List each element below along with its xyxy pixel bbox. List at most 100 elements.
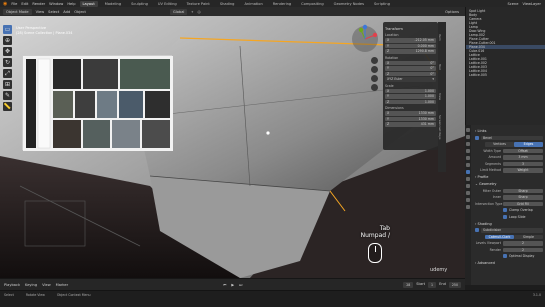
camera-view-icon[interactable]	[371, 75, 378, 82]
perspective-toggle-icon[interactable]	[371, 84, 378, 91]
select-menu[interactable]: Select	[48, 10, 59, 14]
proportional-edit-icon[interactable]: ◎	[197, 10, 200, 14]
playback-menu[interactable]: Playback	[4, 283, 20, 287]
sidebar-tab-view[interactable]: View	[438, 82, 442, 112]
workspace-tab-layout[interactable]: Layout	[79, 0, 98, 7]
tool-tab-icon[interactable]	[466, 128, 470, 132]
levels-viewport-field[interactable]: 2	[503, 241, 543, 246]
view-layer-selector[interactable]: ViewLayer	[522, 2, 541, 6]
sidebar-tab-tool[interactable]: Tool	[438, 52, 442, 82]
workspace-tab-rendering[interactable]: Rendering	[270, 1, 294, 7]
move-tool-icon[interactable]: ✥	[3, 47, 12, 56]
render-tab-icon[interactable]	[466, 135, 470, 139]
constraints-tab-icon[interactable]	[466, 191, 470, 195]
scale-y-field[interactable]: Y 1.000	[385, 94, 436, 99]
subdivision-modifier-header[interactable]: Subdivision	[475, 228, 543, 234]
jump-end-icon[interactable]: ⏭	[239, 283, 242, 287]
jump-start-icon[interactable]: ⏮	[223, 283, 226, 287]
reference-image-panel[interactable]	[22, 55, 173, 151]
dimensions-x-field[interactable]: X 1330 mm	[385, 111, 436, 116]
scale-z-field[interactable]: Z 1.000	[385, 99, 436, 104]
location-z-field[interactable]: Z 1290.8 mm	[385, 49, 436, 54]
navigation-gizmo[interactable]	[350, 24, 380, 54]
shading-section[interactable]: › Shading	[475, 222, 543, 227]
menu-help[interactable]: Help	[67, 2, 75, 6]
catmull-clark-toggle[interactable]: Catmull-Clark	[485, 234, 514, 239]
end-frame-field[interactable]: 250	[448, 281, 461, 288]
outliner-item[interactable]: Lattice.005	[466, 73, 545, 77]
select-box-tool-icon[interactable]: ▭	[3, 25, 12, 34]
rotate-tool-icon[interactable]: ↻	[3, 58, 12, 67]
sidebar-tab-item[interactable]: Item	[438, 22, 442, 52]
workspace-tab-shading[interactable]: Shading	[217, 1, 238, 7]
transform-tool-icon[interactable]: ⊞	[3, 80, 12, 89]
loop-slide-row[interactable]: Loop Slide	[475, 214, 543, 220]
physics-tab-icon[interactable]	[466, 184, 470, 188]
limit-method-select[interactable]: Weight	[503, 168, 543, 173]
start-frame-field[interactable]: 1	[428, 281, 437, 288]
workspace-tab-modeling[interactable]: Modeling	[102, 1, 124, 7]
intersection-select[interactable]: Grid Fill	[503, 201, 543, 206]
rotation-z-field[interactable]: Z 0°	[385, 71, 436, 76]
marker-menu[interactable]: Marker	[56, 283, 68, 287]
particles-tab-icon[interactable]	[466, 177, 470, 181]
pan-icon[interactable]	[371, 66, 378, 73]
data-tab-icon[interactable]	[466, 198, 470, 202]
rotation-y-field[interactable]: Y 0°	[385, 66, 436, 71]
play-icon[interactable]: ▶	[231, 283, 234, 287]
orientation-selector[interactable]: Global	[169, 8, 188, 15]
material-tab-icon[interactable]	[466, 205, 470, 209]
workspace-tab-compositing[interactable]: Compositing	[298, 1, 327, 7]
zoom-icon[interactable]	[371, 57, 378, 64]
simple-toggle[interactable]: Simple	[514, 234, 543, 239]
menu-render[interactable]: Render	[32, 2, 45, 6]
clamp-overlap-checkbox[interactable]	[503, 208, 507, 213]
workspace-tab-animation[interactable]: Animation	[241, 1, 265, 7]
location-y-field[interactable]: Y 0.000 mm	[385, 43, 436, 48]
segments-field[interactable]: 3	[503, 161, 543, 166]
menu-window[interactable]: Window	[49, 2, 63, 6]
location-x-field[interactable]: X -212.05 mm	[385, 38, 436, 43]
geometry-section[interactable]: ⌄ Geometry	[475, 182, 543, 187]
optimal-display-row[interactable]: Optimal Display	[475, 254, 543, 260]
links-section[interactable]: › Links	[475, 129, 543, 134]
workspace-tab-geometry-nodes[interactable]: Geometry Nodes	[331, 1, 367, 7]
cursor-tool-icon[interactable]: ⊕	[3, 36, 12, 45]
annotate-tool-icon[interactable]: ✎	[3, 91, 12, 100]
options-menu[interactable]: Options	[445, 10, 459, 14]
modifier-tab-icon[interactable]	[466, 170, 470, 174]
scene-selector[interactable]: Scene	[507, 2, 518, 6]
dimensions-y-field[interactable]: Y 1330 mm	[385, 116, 436, 121]
workspace-tab-scripting[interactable]: Scripting	[371, 1, 393, 7]
snap-icon[interactable]: ⌖	[191, 10, 193, 14]
scale-tool-icon[interactable]: ⤢	[3, 69, 12, 78]
view-menu[interactable]: View	[36, 10, 45, 14]
menu-edit[interactable]: Edit	[21, 2, 28, 6]
clamp-overlap-row[interactable]: Clamp Overlap	[475, 208, 543, 214]
add-menu[interactable]: Add	[63, 10, 70, 14]
scale-x-field[interactable]: X 1.000	[385, 88, 436, 93]
edges-toggle[interactable]: Edges	[514, 142, 543, 147]
blender-logo-icon[interactable]: ◉	[3, 1, 7, 7]
dimensions-z-field[interactable]: Z 431 mm	[385, 122, 436, 127]
measure-tool-icon[interactable]: 📏	[3, 102, 12, 111]
workspace-tab-uv[interactable]: UV Editing	[155, 1, 180, 7]
advanced-section[interactable]: › Advanced	[475, 261, 543, 266]
inner-select[interactable]: Sharp	[503, 195, 543, 200]
bevel-modifier-header[interactable]: Bevel	[475, 135, 543, 141]
miter-outer-select[interactable]: Sharp	[503, 188, 543, 193]
view-menu-timeline[interactable]: View	[42, 283, 51, 287]
menu-file[interactable]: File	[11, 2, 17, 6]
object-tab-icon[interactable]	[466, 163, 470, 167]
world-tab-icon[interactable]	[466, 156, 470, 160]
render-levels-field[interactable]: 2	[503, 247, 543, 252]
vertices-toggle[interactable]: Vertices	[485, 142, 514, 147]
workspace-tab-sculpting[interactable]: Sculpting	[128, 1, 151, 7]
keying-menu[interactable]: Keying	[25, 283, 37, 287]
amount-field[interactable]: 3 mm	[503, 155, 543, 160]
current-frame-field[interactable]: 28	[403, 281, 414, 288]
scene-tab-icon[interactable]	[466, 149, 470, 153]
width-type-select[interactable]: Offset	[503, 148, 543, 153]
object-menu[interactable]: Object	[74, 10, 86, 14]
sidebar-tab-screencast-keys[interactable]: Screencast Keys	[438, 112, 442, 142]
